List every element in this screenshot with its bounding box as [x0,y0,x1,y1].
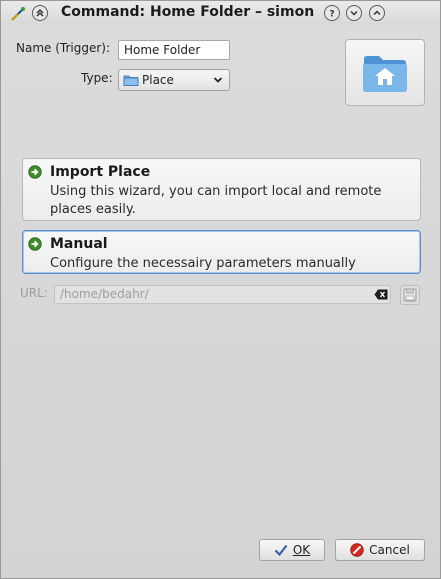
manual-title: Manual [50,236,108,252]
keep-above-icon[interactable] [32,5,48,21]
browse-button[interactable] [400,285,420,305]
folder-icon [123,75,139,86]
ok-label: OK [292,543,311,557]
green-arrow-icon [28,237,42,251]
checkmark-icon [274,544,288,557]
command-icon-button[interactable] [345,39,425,106]
cancel-label: Cancel [369,543,410,557]
url-label: URL: [20,286,48,300]
ok-button[interactable]: OK [259,539,325,561]
title-bar[interactable]: Command: Home Folder – simon ? [1,1,440,25]
minimize-icon[interactable] [346,5,362,21]
app-icon[interactable] [10,6,26,22]
url-value: /home/bedahr/ [60,287,149,301]
window-title: Command: Home Folder – simon [61,4,315,20]
maximize-icon[interactable] [369,5,385,21]
svg-text:?: ? [329,10,334,19]
type-label: Type: [81,71,113,85]
green-arrow-icon [28,165,42,179]
dialog-window: Command: Home Folder – simon ? Name (Tri… [0,0,441,579]
save-icon [403,288,417,302]
help-icon[interactable]: ? [324,5,340,21]
clear-text-icon[interactable] [374,289,388,300]
cancel-button[interactable]: Cancel [335,539,425,561]
chevron-down-icon [213,77,223,83]
home-folder-icon [363,55,407,92]
name-label: Name (Trigger): [16,41,111,55]
import-place-description: Using this wizard, you can import local … [50,184,382,217]
type-select-value: Place [142,73,174,87]
manual-description: Configure the necessairy parameters manu… [50,256,356,271]
import-place-title: Import Place [50,164,151,180]
name-field[interactable]: Home Folder [118,40,230,60]
url-field[interactable]: /home/bedahr/ [54,285,391,304]
import-place-option[interactable]: Import Place Using this wizard, you can … [22,158,421,221]
cancel-icon [350,543,364,557]
type-select[interactable]: Place [118,69,230,91]
manual-option[interactable]: Manual Configure the necessairy paramete… [22,230,421,274]
